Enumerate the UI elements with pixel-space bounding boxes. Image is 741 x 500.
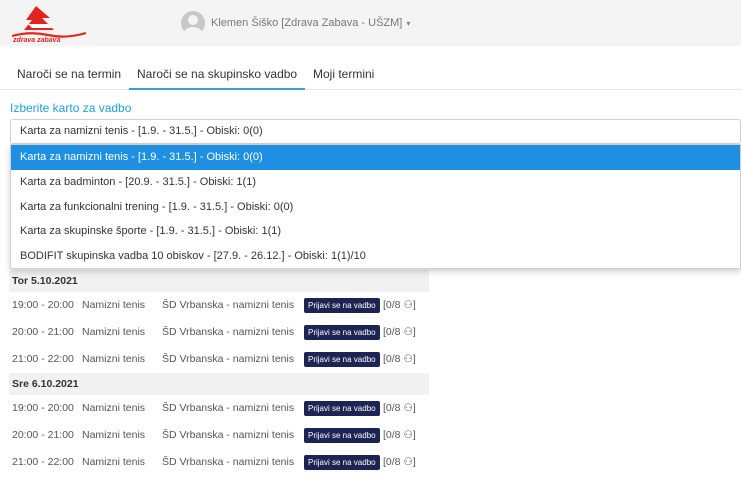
svg-text:zdrava zabava: zdrava zabava xyxy=(12,37,61,44)
tab-bar: Naroči se na termin Naroči se na skupins… xyxy=(0,58,741,90)
card-select-dropdown: Karta za namizni tenis - [1.9. - 31.5.] … xyxy=(10,144,741,269)
user-name: Klemen Šiško [Zdrava Zabava - UŠZM] xyxy=(211,17,403,29)
signup-button[interactable]: Prijavi se na vadbo xyxy=(304,401,380,416)
dropdown-option[interactable]: Karta za namizni tenis - [1.9. - 31.5.] … xyxy=(11,145,740,170)
slot-sport: Namizni tenis xyxy=(82,456,146,468)
slot-location: ŠD Vrbanska - namizni tenis xyxy=(162,353,295,365)
user-menu[interactable]: Klemen Šiško [Zdrava Zabava - UŠZM] ▾ xyxy=(181,11,410,35)
tab-book-term[interactable]: Naroči se na termin xyxy=(9,58,129,90)
people-icon: ⚇ xyxy=(403,402,413,414)
signup-button[interactable]: Prijavi se na vadbo xyxy=(304,428,380,443)
slot-capacity: [0/8 ⚇] xyxy=(383,326,416,338)
dropdown-option[interactable]: BODIFIT skupinska vadba 10 obiskov - [27… xyxy=(11,244,740,269)
slot-capacity: [0/8 ⚇] xyxy=(383,402,416,414)
day-header: Sre 6.10.2021 xyxy=(9,373,429,395)
slot-sport: Namizni tenis xyxy=(82,299,146,311)
capacity-text: [0/8 xyxy=(383,353,401,365)
chevron-down-icon: ▾ xyxy=(406,18,411,28)
slot-capacity: [0/8 ⚇] xyxy=(383,299,416,311)
slot-time: 19:00 - 20:00 xyxy=(12,299,74,311)
capacity-text: [0/8 xyxy=(383,326,401,338)
slot-sport: Namizni tenis xyxy=(82,353,146,365)
people-icon: ⚇ xyxy=(403,326,413,338)
user-avatar-icon xyxy=(181,11,205,35)
slot-capacity: [0/8 ⚇] xyxy=(383,429,416,441)
slot-sport: Namizni tenis xyxy=(82,402,146,414)
dropdown-option[interactable]: Karta za funkcionalni trening - [1.9. - … xyxy=(11,195,740,220)
schedule-row: 19:00 - 20:00 Namizni tenis ŠD Vrbanska … xyxy=(9,395,429,422)
schedule-row: 19:00 - 20:00 Namizni tenis ŠD Vrbanska … xyxy=(9,292,429,319)
slot-time: 20:00 - 21:00 xyxy=(12,326,74,338)
slot-location: ŠD Vrbanska - namizni tenis xyxy=(162,299,295,311)
slot-sport: Namizni tenis xyxy=(82,326,146,338)
slot-sport: Namizni tenis xyxy=(82,429,146,441)
slot-capacity: [0/8 ⚇] xyxy=(383,353,416,365)
slot-time: 19:00 - 20:00 xyxy=(12,402,74,414)
capacity-text: [0/8 xyxy=(383,402,401,414)
people-icon: ⚇ xyxy=(403,299,413,311)
people-icon: ⚇ xyxy=(403,456,413,468)
tab-my-terms[interactable]: Moji termini xyxy=(305,58,382,90)
slot-location: ŠD Vrbanska - namizni tenis xyxy=(162,429,295,441)
dropdown-option[interactable]: Karta za badminton - [20.9. - 31.5.] - O… xyxy=(11,170,740,195)
slot-location: ŠD Vrbanska - namizni tenis xyxy=(162,456,295,468)
signup-button[interactable]: Prijavi se na vadbo xyxy=(304,455,380,470)
schedule-row: 21:00 - 22:00 Namizni tenis ŠD Vrbanska … xyxy=(9,346,429,373)
signup-button[interactable]: Prijavi se na vadbo xyxy=(304,352,380,367)
schedule-row: 20:00 - 21:00 Namizni tenis ŠD Vrbanska … xyxy=(9,319,429,346)
slot-location: ŠD Vrbanska - namizni tenis xyxy=(162,326,295,338)
signup-button[interactable]: Prijavi se na vadbo xyxy=(304,325,380,340)
tab-book-group-training[interactable]: Naroči se na skupinsko vadbo xyxy=(129,58,306,90)
schedule-row: 21:00 - 22:00 Namizni tenis ŠD Vrbanska … xyxy=(9,449,429,476)
card-select-label: Izberite karto za vadbo xyxy=(10,101,132,115)
slot-capacity: [0/8 ⚇] xyxy=(383,456,416,468)
people-icon: ⚇ xyxy=(403,353,413,365)
slot-time: 21:00 - 22:00 xyxy=(12,456,74,468)
zdrava-zabava-logo[interactable]: zdrava zabava xyxy=(10,2,88,44)
capacity-text: [0/8 xyxy=(383,429,401,441)
capacity-text: [0/8 xyxy=(383,456,401,468)
top-bar: zdrava zabava Klemen Šiško [Zdrava Zabav… xyxy=(0,0,741,46)
people-icon: ⚇ xyxy=(403,429,413,441)
dropdown-option[interactable]: Karta za skupinske športe - [1.9. - 31.5… xyxy=(11,219,740,244)
schedule-row: 20:00 - 21:00 Namizni tenis ŠD Vrbanska … xyxy=(9,422,429,449)
card-select[interactable]: Karta za namizni tenis - [1.9. - 31.5.] … xyxy=(10,119,741,144)
signup-button[interactable]: Prijavi se na vadbo xyxy=(304,298,380,313)
slot-time: 21:00 - 22:00 xyxy=(12,353,74,365)
slot-time: 20:00 - 21:00 xyxy=(12,429,74,441)
schedule-list: Tor 5.10.2021 19:00 - 20:00 Namizni teni… xyxy=(9,270,429,476)
capacity-text: [0/8 xyxy=(383,299,401,311)
day-header: Tor 5.10.2021 xyxy=(9,270,429,292)
slot-location: ŠD Vrbanska - namizni tenis xyxy=(162,402,295,414)
